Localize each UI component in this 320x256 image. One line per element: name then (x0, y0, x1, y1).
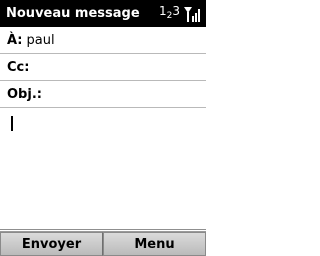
send-softkey[interactable]: Envoyer (0, 232, 103, 256)
to-label: À: (7, 33, 23, 48)
input-mode-indicator: 123 (158, 4, 180, 21)
phone-screen: Nouveau message 123 À: paul Cc: Obj.: En… (0, 0, 206, 256)
window-title: Nouveau message (6, 6, 140, 21)
cc-field[interactable]: Cc: (0, 55, 206, 81)
to-field[interactable]: À: paul (0, 28, 206, 54)
menu-softkey[interactable]: Menu (103, 232, 206, 256)
text-cursor (11, 116, 13, 131)
to-value[interactable]: paul (27, 33, 55, 48)
cc-label: Cc: (7, 60, 30, 75)
subject-field[interactable]: Obj.: (0, 82, 206, 108)
subject-label: Obj.: (7, 87, 42, 102)
title-bar: Nouveau message 123 (0, 0, 206, 27)
message-body-input[interactable] (0, 109, 206, 230)
signal-strength-icon (184, 7, 200, 22)
softkey-bar: Envoyer Menu (0, 231, 206, 256)
